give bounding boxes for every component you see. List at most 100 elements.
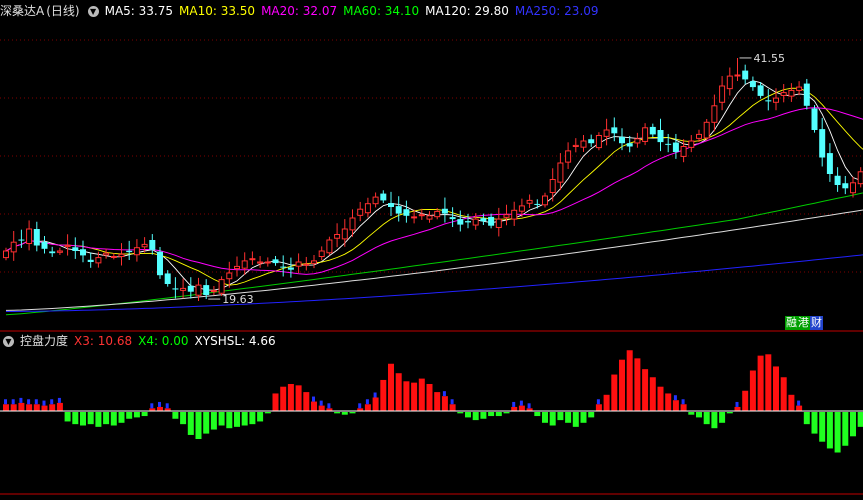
histogram-marker [320,401,323,406]
histogram-bar-positive [57,403,63,411]
histogram-bar-negative [550,412,556,426]
hk-connect-badge[interactable]: 港 [797,316,810,330]
candle-body [196,285,201,295]
candle-body [419,215,424,216]
histogram-bar-positive [49,404,55,411]
candle-body [673,143,679,152]
ma5-label: MA5: 33.75 [105,4,173,18]
candle-body [358,209,363,215]
x3-label: X3: 10.68 [74,334,132,348]
histogram-bar-negative [542,412,548,423]
ma120-label: MA120: 29.80 [425,4,509,18]
histogram-bar-negative [534,412,540,416]
histogram-bar-positive [519,406,525,411]
histogram-bar-positive [288,384,294,411]
histogram-bar-negative [80,412,86,426]
candle-body [774,98,779,102]
histogram-bar-negative [473,412,479,420]
candle-body [72,247,78,251]
histogram-bar-negative [257,412,263,421]
histogram-bar-positive [650,377,656,411]
finance-badge[interactable]: 财 [810,316,823,330]
candle-body [388,203,394,207]
candle-body [658,130,664,142]
histogram-marker [312,397,315,402]
histogram-bar-positive [735,407,741,411]
histogram-marker [58,398,61,403]
candle-body [827,153,833,174]
candle-body [188,286,194,292]
histogram-bar-negative [103,412,109,424]
candle-body [627,143,633,146]
candle-body [665,144,671,145]
histogram-bar-positive [619,360,625,411]
histogram-marker [158,402,161,407]
candle-body [80,249,86,255]
histogram-bar-negative [119,412,125,423]
histogram-bar-positive [18,403,24,411]
histogram-bar-negative [465,412,471,417]
candle-body [488,217,494,226]
candle-body [735,75,740,76]
histogram-bar-negative [203,412,209,434]
ma250-label: MA250: 23.09 [515,4,599,18]
candle-body [265,262,270,263]
candle-body [181,288,186,290]
histogram-bar-positive [42,406,48,411]
histogram-bar-negative [719,412,725,423]
histogram-bar-positive [750,371,756,412]
candle-body [373,197,378,204]
candle-body [558,163,563,182]
candle-body [119,254,124,256]
candle-body [335,235,340,239]
histogram-bar-negative [827,412,833,448]
candle-body [96,258,101,263]
candle-body [797,87,802,90]
candle-body [758,85,764,96]
candle-body [280,267,286,268]
candle-body [11,242,16,252]
histogram-marker [443,391,446,396]
candle-body [534,204,540,205]
candle-body [65,246,70,247]
candle-body [720,86,725,102]
candle-body [296,262,301,266]
candle-body [480,218,486,221]
candle-body [126,251,132,252]
candle-body [142,244,147,246]
chevron-down-icon[interactable]: ▼ [3,336,14,347]
histogram-marker [50,399,53,404]
candle-body [527,200,532,203]
candle-body [134,248,139,255]
high-price-label: 41.55 [754,52,786,65]
histogram-bar-negative [804,412,810,424]
candle-body [42,242,48,249]
candle-body [242,261,247,268]
candle-body [596,136,601,148]
candle-body [319,251,324,257]
histogram-bar-negative [65,412,71,421]
histogram-bar-positive [273,393,279,411]
ma20-label: MA20: 32.07 [261,4,337,18]
histogram-bar-negative [265,412,271,413]
histogram-bar-positive [26,404,32,411]
candle-body [427,216,432,219]
histogram-bar-negative [696,412,702,417]
histogram-marker [35,399,38,404]
histogram-bar-negative [557,412,563,420]
histogram-bar-positive [673,400,679,411]
candle-body [219,280,224,294]
candle-body [149,240,155,250]
candle-body [4,251,9,258]
candle-body [473,219,478,225]
histogram-bar-negative [480,412,486,419]
chevron-down-icon[interactable]: ▼ [88,6,99,17]
candle-body [504,215,509,218]
histogram-bar-positive [788,395,794,411]
candle-body [312,261,317,263]
histogram-bar-negative [581,412,587,423]
candle-body [412,217,417,218]
candle-body [835,176,841,185]
histogram-bar-negative [249,412,255,424]
histogram-bar-positive [419,379,425,411]
